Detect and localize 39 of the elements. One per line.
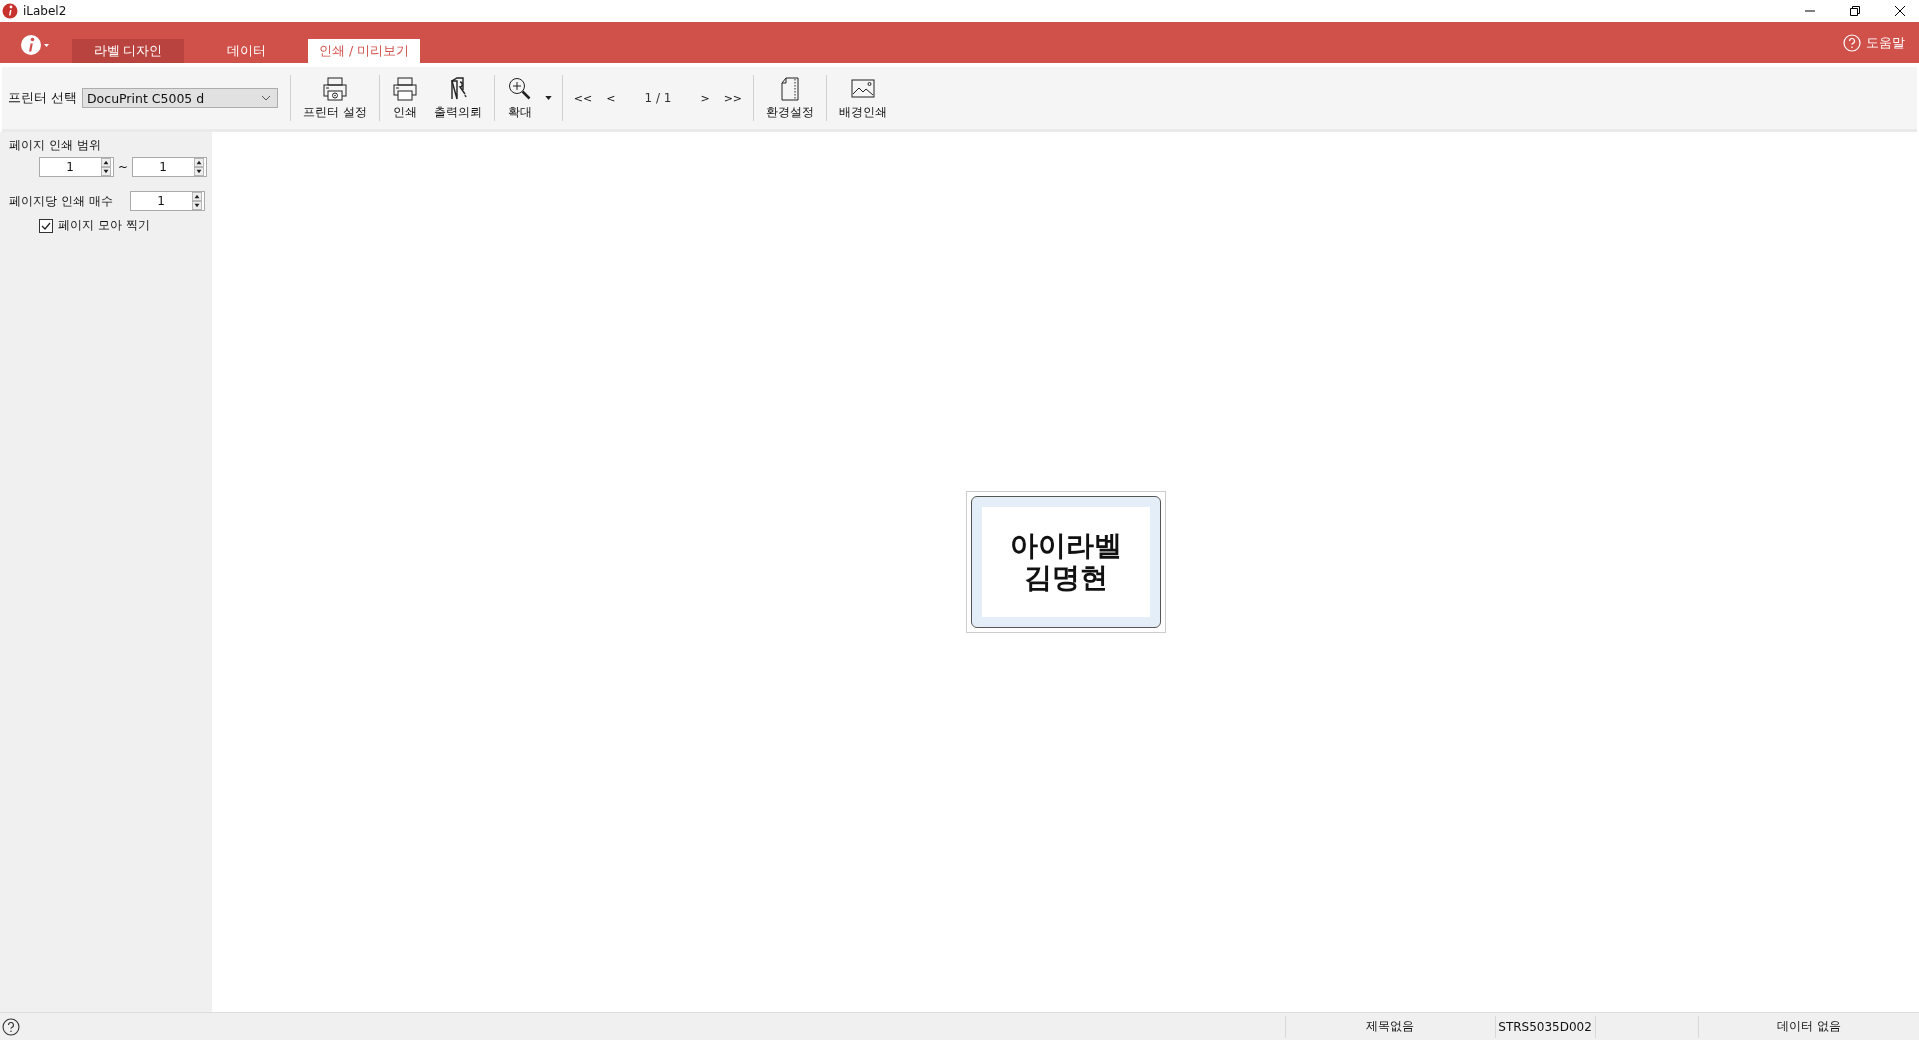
- page-indicator: 1 / 1: [643, 91, 673, 105]
- page-range-label: 페이지 인쇄 범위: [9, 137, 102, 154]
- window-title: iLabel2: [23, 4, 67, 18]
- tab[interactable]: 데이터: [190, 39, 302, 63]
- copies-label: 페이지당 인쇄 매수: [9, 192, 113, 210]
- number-spinner[interactable]: 1: [39, 157, 114, 177]
- status-field: 데이터 없음: [1698, 1015, 1919, 1038]
- printer-settings-icon: [321, 75, 348, 102]
- label-text: 아이라벨 김명현: [1009, 529, 1122, 595]
- help-button[interactable]: 도움말: [1843, 33, 1905, 52]
- page-setup-button[interactable]: 환경설정: [758, 73, 823, 123]
- zoom-in-button[interactable]: 확대: [498, 73, 541, 123]
- status-field: 제목없음: [1285, 1015, 1495, 1038]
- printer-button[interactable]: 인쇄: [383, 73, 426, 123]
- range-separator: ~: [118, 160, 129, 174]
- printer-label: 프린터 선택: [8, 89, 77, 107]
- number-spinner[interactable]: 1: [132, 157, 208, 177]
- page-nav-button[interactable]: <: [599, 91, 623, 105]
- tab[interactable]: 라벨 디자인: [72, 39, 184, 63]
- printer-dropdown[interactable]: DocuPrint C5005 d: [82, 88, 278, 108]
- tab[interactable]: 인쇄 / 미리보기: [308, 39, 420, 63]
- help-icon: [1843, 33, 1861, 52]
- page-nav-button[interactable]: >>: [716, 91, 750, 105]
- document-queue-button[interactable]: 출력의뢰: [425, 73, 490, 123]
- restore-icon[interactable]: [1850, 6, 1860, 16]
- image-button[interactable]: 배경인쇄: [831, 73, 896, 123]
- collate-checkbox[interactable]: 페이지 모아 찍기: [39, 217, 212, 234]
- page-nav-button[interactable]: >: [693, 91, 717, 105]
- printer-icon: [391, 75, 418, 102]
- status-field: STRS5035D002: [1494, 1015, 1595, 1038]
- chevron-down-icon: [261, 95, 271, 101]
- page-nav-button[interactable]: <<: [566, 91, 600, 105]
- zoom-in-icon: [506, 75, 533, 102]
- close-icon[interactable]: [1895, 6, 1905, 16]
- dropdown-caret-icon[interactable]: [544, 96, 552, 100]
- help-icon[interactable]: [2, 1017, 20, 1036]
- number-spinner[interactable]: 1: [130, 191, 205, 211]
- printer-settings-button[interactable]: 프린터 설정: [295, 73, 375, 123]
- app-menu-button[interactable]: [20, 34, 50, 56]
